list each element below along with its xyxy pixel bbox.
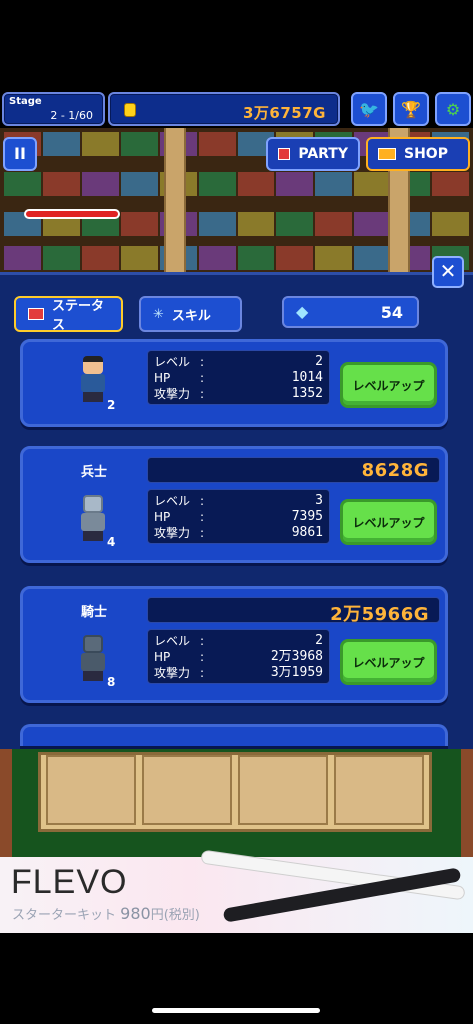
trophy-icon: 🏆 (401, 99, 421, 119)
cost-value: 2万5966G (330, 604, 429, 625)
level-label: レベル (154, 355, 191, 369)
unit-count: 8 (107, 675, 116, 689)
skill-icon: ✳ (153, 306, 164, 322)
gold-counter: 3万6757G (108, 92, 340, 126)
ad-price-suffix: 円(税別) (150, 908, 200, 923)
atk-value: 1352 (291, 386, 323, 401)
twitter-icon: 🐦 (359, 99, 379, 119)
field-wall-left (0, 749, 12, 857)
pause-button[interactable]: II (3, 137, 37, 171)
upgrade-cost: 2万5966G (147, 597, 440, 625)
field-wall-right (461, 749, 473, 857)
gold-amount: 3万6757G (243, 104, 326, 122)
level-label: レベル (154, 634, 191, 648)
hp-value: 7395 (291, 509, 323, 524)
status-icon (28, 308, 45, 320)
unit-stats: レベル:2 HP:2万3968 攻撃力:3万1959 (147, 629, 330, 684)
home-indicator[interactable] (152, 1008, 320, 1013)
atk-label: 攻撃力 (154, 387, 191, 401)
upgrade-cost: 8628G (147, 457, 440, 483)
party-label: PARTY (298, 146, 348, 162)
atk-label: 攻撃力 (154, 526, 191, 540)
level-up-button[interactable]: レベルアップ (340, 362, 437, 408)
tab-skill-label: スキル (171, 308, 211, 324)
atk-value: 3万1959 (270, 665, 323, 680)
level-up-button[interactable]: レベルアップ (340, 639, 437, 685)
level-label: レベル (154, 494, 191, 508)
unit-card-partial (20, 724, 448, 746)
close-button[interactable]: ✕ (432, 256, 464, 288)
level-value: 3 (315, 493, 323, 508)
trophy-button[interactable]: 🏆 (393, 92, 429, 126)
tab-skill[interactable]: ✳ スキル (139, 296, 242, 332)
gem-count: 54 (380, 303, 403, 322)
unit-slot[interactable] (334, 755, 424, 825)
unit-name: 兵士 (81, 465, 108, 480)
gem-icon: ◆ (296, 302, 309, 321)
unit-slot[interactable] (46, 755, 136, 825)
hero-sprite (73, 356, 113, 402)
hp-label: HP (154, 650, 171, 664)
cost-value: 8628G (361, 460, 429, 481)
level-value: 2 (315, 354, 323, 369)
unit-slot[interactable] (142, 755, 232, 825)
hp-bar (24, 209, 120, 219)
unit-stats: レベル:2 HP:1014 攻撃力:1352 (147, 350, 330, 405)
ad-price: 980 (120, 904, 151, 923)
settings-button[interactable]: ⚙ (435, 92, 471, 126)
shop-label: SHOP (404, 146, 448, 162)
unit-stats: レベル:3 HP:7395 攻撃力:9861 (147, 489, 330, 544)
gem-counter: ◆ 54 (282, 296, 419, 328)
hp-value: 2万3968 (270, 649, 323, 664)
unit-card-soldier: 兵士 8628G 4 レベル:3 HP:7395 攻撃力:9861 レベルアップ (20, 446, 448, 563)
stage-label: Stage (9, 96, 42, 107)
unit-name: 騎士 (81, 605, 108, 620)
unit-count: 2 (107, 398, 116, 412)
coin-icon (124, 103, 136, 117)
hp-value: 1014 (291, 370, 323, 385)
gear-icon: ⚙ (445, 99, 461, 119)
hp-label: HP (154, 371, 171, 385)
unit-slot[interactable] (238, 755, 328, 825)
tab-status-label: ステータス (52, 299, 105, 333)
twitter-button[interactable]: 🐦 (351, 92, 387, 126)
unit-card-knight: 騎士 2万5966G 8 レベル:2 HP:2万3968 攻撃力:3万1959 … (20, 586, 448, 703)
unit-count: 4 (107, 535, 116, 549)
atk-value: 9861 (291, 525, 323, 540)
shop-icon (378, 148, 396, 160)
stage-indicator: Stage 2 - 1/60 (2, 92, 105, 126)
ad-subtitle: スターターキット 980円(税別) (12, 904, 200, 923)
unit-card-hero: 2 レベル:2 HP:1014 攻撃力:1352 レベルアップ (20, 339, 448, 427)
ad-brand: FLEVO (11, 863, 128, 901)
stage-value: 2 - 1/60 (50, 109, 93, 122)
shop-button[interactable]: SHOP (366, 137, 470, 171)
ad-subtitle-text: スターターキット (12, 908, 117, 923)
level-up-button[interactable]: レベルアップ (340, 499, 437, 545)
tab-status[interactable]: ステータス (14, 296, 123, 333)
atk-label: 攻撃力 (154, 666, 191, 680)
hp-label: HP (154, 510, 171, 524)
party-icon (278, 148, 291, 160)
party-button[interactable]: PARTY (266, 137, 360, 171)
level-value: 2 (315, 633, 323, 648)
